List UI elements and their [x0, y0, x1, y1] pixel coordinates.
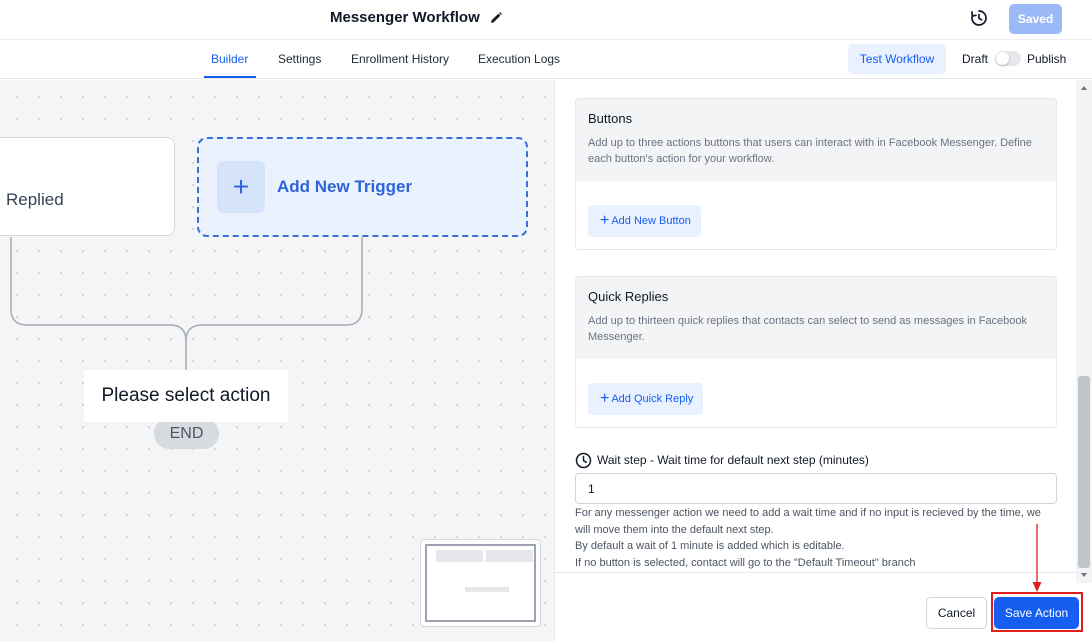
- plus-icon: +: [217, 161, 265, 213]
- top-header: Messenger Workflow Saved: [0, 0, 1092, 40]
- buttons-title: Buttons: [588, 111, 633, 126]
- wait-help-line: For any messenger action we need to add …: [575, 507, 1041, 536]
- wait-help-text: For any messenger action we need to add …: [575, 505, 1057, 571]
- action-settings-panel: Buttons Add up to three actions buttons …: [554, 80, 1092, 641]
- wait-step-label-row: Wait step - Wait time for default next s…: [575, 451, 869, 469]
- panel-scrollbar-thumb[interactable]: [1078, 376, 1090, 568]
- quick-replies-section: Quick Replies Add up to thirteen quick r…: [575, 276, 1057, 428]
- annotation-highlight-box: [991, 592, 1083, 632]
- tab-settings[interactable]: Settings: [278, 52, 321, 66]
- workflow-canvas[interactable]: Replied + Add New Trigger END Please sel…: [0, 80, 554, 641]
- end-node: END: [154, 418, 219, 449]
- workflow-title: Messenger Workflow: [330, 9, 480, 26]
- minimap[interactable]: [420, 539, 541, 627]
- saved-button[interactable]: Saved: [1009, 4, 1062, 34]
- buttons-section: Buttons Add up to three actions buttons …: [575, 98, 1057, 250]
- tab-builder[interactable]: Builder: [211, 52, 248, 66]
- scroll-down-icon[interactable]: [1079, 570, 1089, 580]
- plus-icon: +: [600, 212, 610, 229]
- add-trigger-label: Add New Trigger: [277, 177, 413, 196]
- draft-label: Draft: [962, 52, 989, 66]
- add-quick-reply-button[interactable]: + Add Quick Reply: [588, 383, 704, 415]
- annotation-arrow-icon: [1032, 524, 1042, 592]
- add-quick-reply-label: Add Quick Reply: [611, 393, 694, 405]
- history-icon[interactable]: [969, 8, 989, 28]
- quick-replies-section-header: Quick Replies Add up to thirteen quick r…: [576, 277, 1056, 359]
- active-tab-indicator: [204, 76, 256, 78]
- wait-help-line: If no button is selected, contact will g…: [575, 556, 916, 569]
- cancel-button[interactable]: Cancel: [926, 597, 987, 629]
- wait-step-label: Wait step - Wait time for default next s…: [597, 453, 869, 467]
- tab-execution-logs[interactable]: Execution Logs: [478, 52, 560, 66]
- footer-divider: [555, 572, 1092, 573]
- minimap-node: [465, 587, 509, 592]
- add-new-button-button[interactable]: + Add New Button: [588, 205, 701, 237]
- plus-icon: +: [600, 390, 610, 407]
- trigger-card-label: Replied: [6, 190, 64, 209]
- scroll-up-icon[interactable]: [1079, 83, 1089, 93]
- publish-toggle[interactable]: [995, 51, 1021, 66]
- add-new-button-label: Add New Button: [611, 215, 691, 227]
- test-workflow-button[interactable]: Test Workflow: [848, 44, 946, 74]
- buttons-description: Add up to three actions buttons that use…: [588, 137, 1032, 165]
- tab-enrollment-history[interactable]: Enrollment History: [351, 52, 449, 66]
- minimap-node: [436, 550, 483, 562]
- minimap-node: [486, 550, 533, 562]
- trigger-card[interactable]: Replied: [0, 137, 175, 236]
- quick-replies-description: Add up to thirteen quick replies that co…: [588, 315, 1028, 343]
- quick-replies-title: Quick Replies: [588, 289, 669, 304]
- pencil-icon[interactable]: [488, 10, 504, 26]
- clock-icon: [575, 452, 592, 468]
- workflow-nav: Builder Settings Enrollment History Exec…: [0, 40, 1092, 79]
- toggle-knob: [996, 52, 1009, 65]
- select-action-node[interactable]: Please select action: [84, 370, 288, 422]
- wait-help-line: By default a wait of 1 minute is added w…: [575, 540, 845, 552]
- buttons-section-header: Buttons Add up to three actions buttons …: [576, 99, 1056, 181]
- add-new-trigger-card[interactable]: + Add New Trigger: [197, 137, 528, 237]
- wait-time-input[interactable]: [575, 473, 1057, 504]
- publish-label: Publish: [1027, 52, 1067, 66]
